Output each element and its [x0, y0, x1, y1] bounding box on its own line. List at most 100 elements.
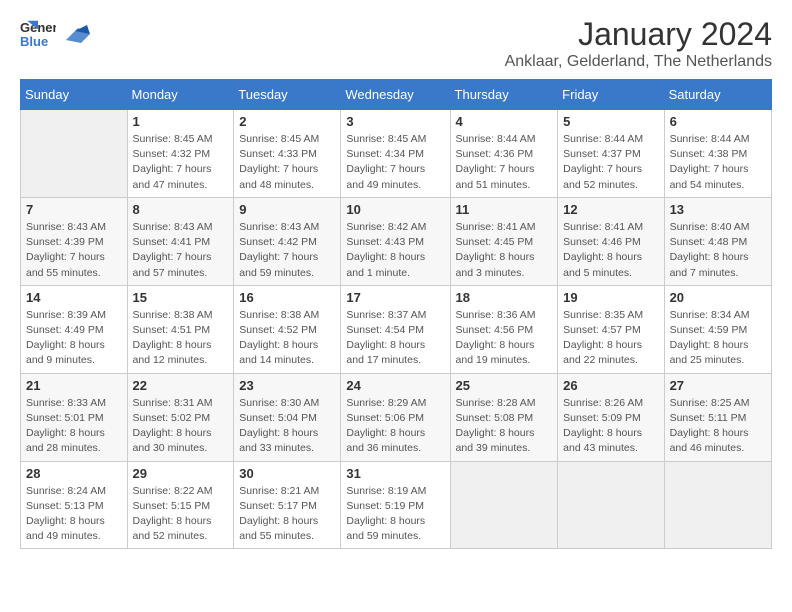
calendar-cell: 28Sunrise: 8:24 AMSunset: 5:13 PMDayligh… — [21, 461, 128, 549]
calendar-cell: 8Sunrise: 8:43 AMSunset: 4:41 PMDaylight… — [127, 197, 234, 285]
day-number: 19 — [563, 290, 658, 305]
day-info: Sunrise: 8:44 AMSunset: 4:36 PMDaylight:… — [456, 132, 553, 193]
sunrise-text: Sunrise: 8:26 AM — [563, 397, 643, 409]
sunset-text: Sunset: 4:39 PM — [26, 236, 104, 248]
logo-icon: General Blue — [20, 16, 56, 52]
calendar-week-row: 7Sunrise: 8:43 AMSunset: 4:39 PMDaylight… — [21, 197, 772, 285]
daylight-text: Daylight: 8 hours and 25 minutes. — [670, 339, 749, 366]
sunrise-text: Sunrise: 8:19 AM — [346, 485, 426, 497]
calendar-cell — [558, 461, 664, 549]
day-number: 8 — [133, 202, 229, 217]
sunrise-text: Sunrise: 8:41 AM — [456, 221, 536, 233]
sunset-text: Sunset: 4:41 PM — [133, 236, 211, 248]
calendar-cell: 5Sunrise: 8:44 AMSunset: 4:37 PMDaylight… — [558, 110, 664, 198]
day-number: 23 — [239, 378, 335, 393]
sunrise-text: Sunrise: 8:25 AM — [670, 397, 750, 409]
sunrise-text: Sunrise: 8:38 AM — [239, 309, 319, 321]
sunrise-text: Sunrise: 8:43 AM — [26, 221, 106, 233]
weekday-header-row: SundayMondayTuesdayWednesdayThursdayFrid… — [21, 80, 772, 110]
day-info: Sunrise: 8:41 AMSunset: 4:45 PMDaylight:… — [456, 220, 553, 281]
sunrise-text: Sunrise: 8:28 AM — [456, 397, 536, 409]
calendar-cell: 20Sunrise: 8:34 AMSunset: 4:59 PMDayligh… — [664, 285, 771, 373]
daylight-text: Daylight: 8 hours and 49 minutes. — [26, 515, 105, 542]
day-info: Sunrise: 8:36 AMSunset: 4:56 PMDaylight:… — [456, 308, 553, 369]
daylight-text: Daylight: 8 hours and 55 minutes. — [239, 515, 318, 542]
daylight-text: Daylight: 7 hours and 49 minutes. — [346, 163, 425, 190]
calendar-cell: 4Sunrise: 8:44 AMSunset: 4:36 PMDaylight… — [450, 110, 558, 198]
calendar-cell: 21 Sunrise: 8:33 AMSunset: 5:01 PMDayligh… — [21, 373, 128, 461]
calendar-title: January 2024 — [505, 16, 772, 53]
sunrise-text: Sunrise: 8:41 AM — [563, 221, 643, 233]
calendar-cell: 22Sunrise: 8:31 AMSunset: 5:02 PMDayligh… — [127, 373, 234, 461]
sunset-text: Sunset: 5:06 PM — [346, 412, 424, 424]
day-info: Sunrise: 8:31 AMSunset: 5:02 PMDaylight:… — [133, 396, 229, 457]
daylight-text: Daylight: 8 hours and 59 minutes. — [346, 515, 425, 542]
sunrise-text: Sunrise: 8:24 AM — [26, 485, 106, 497]
day-info: Sunrise: 8:43 AMSunset: 4:42 PMDaylight:… — [239, 220, 335, 281]
sunset-text: Sunset: 4:42 PM — [239, 236, 317, 248]
calendar-cell: 10Sunrise: 8:42 AMSunset: 4:43 PMDayligh… — [341, 197, 450, 285]
daylight-text: Daylight: 8 hours and 1 minute. — [346, 251, 425, 278]
sunrise-text: Sunrise: 8:44 AM — [456, 133, 536, 145]
calendar-table: SundayMondayTuesdayWednesdayThursdayFrid… — [20, 79, 772, 549]
calendar-cell: 26Sunrise: 8:26 AMSunset: 5:09 PMDayligh… — [558, 373, 664, 461]
sunrise-text: Sunrise: 8:31 AM — [133, 397, 213, 409]
sunset-text: Sunset: 4:52 PM — [239, 324, 317, 336]
daylight-text: Daylight: 8 hours and 43 minutes. — [563, 427, 642, 454]
day-info: Sunrise: 8:35 AMSunset: 4:57 PMDaylight:… — [563, 308, 658, 369]
daylight-text: Daylight: 8 hours and 3 minutes. — [456, 251, 535, 278]
weekday-header-saturday: Saturday — [664, 80, 771, 110]
sunset-text: Sunset: 5:04 PM — [239, 412, 317, 424]
daylight-text: Daylight: 8 hours and 12 minutes. — [133, 339, 212, 366]
day-number: 25 — [456, 378, 553, 393]
calendar-cell: 19 Sunrise: 8:35 AMSunset: 4:57 PMDayligh… — [558, 285, 664, 373]
calendar-cell: 29Sunrise: 8:22 AMSunset: 5:15 PMDayligh… — [127, 461, 234, 549]
calendar-week-row: 21 Sunrise: 8:33 AMSunset: 5:01 PMDayligh… — [21, 373, 772, 461]
daylight-text: Daylight: 7 hours and 57 minutes. — [133, 251, 212, 278]
sunrise-text: Sunrise: 8:38 AM — [133, 309, 213, 321]
day-number: 21 — [26, 378, 122, 393]
sunset-text: Sunset: 4:37 PM — [563, 148, 641, 160]
weekday-header-sunday: Sunday — [21, 80, 128, 110]
sunset-text: Sunset: 4:34 PM — [346, 148, 424, 160]
daylight-text: Daylight: 7 hours and 55 minutes. — [26, 251, 105, 278]
day-info: Sunrise: 8:39 AMSunset: 4:49 PMDaylight:… — [26, 308, 122, 369]
sunrise-text: Sunrise: 8:44 AM — [670, 133, 750, 145]
title-block: January 2024 Anklaar, Gelderland, The Ne… — [505, 16, 772, 71]
daylight-text: Daylight: 8 hours and 30 minutes. — [133, 427, 212, 454]
weekday-header-monday: Monday — [127, 80, 234, 110]
calendar-cell: 17Sunrise: 8:37 AMSunset: 4:54 PMDayligh… — [341, 285, 450, 373]
sunset-text: Sunset: 4:46 PM — [563, 236, 641, 248]
day-number: 16 — [239, 290, 335, 305]
day-info: Sunrise: 8:40 AMSunset: 4:48 PMDaylight:… — [670, 220, 766, 281]
logo-bird-icon — [60, 18, 90, 50]
sunset-text: Sunset: 4:56 PM — [456, 324, 534, 336]
sunrise-text: Sunrise: 8:30 AM — [239, 397, 319, 409]
day-number: 15 — [133, 290, 229, 305]
day-info: Sunrise: 8:45 AMSunset: 4:34 PMDaylight:… — [346, 132, 444, 193]
day-info: Sunrise: 8:45 AMSunset: 4:32 PMDaylight:… — [133, 132, 229, 193]
daylight-text: Daylight: 8 hours and 36 minutes. — [346, 427, 425, 454]
calendar-cell — [664, 461, 771, 549]
day-info: Sunrise: 8:25 AMSunset: 5:11 PMDaylight:… — [670, 396, 766, 457]
day-info: Sunrise: 8:19 AMSunset: 5:19 PMDaylight:… — [346, 484, 444, 545]
calendar-cell — [21, 110, 128, 198]
sunrise-text: Sunrise: 8:35 AM — [563, 309, 643, 321]
sunset-text: Sunset: 4:49 PM — [26, 324, 104, 336]
calendar-cell: 14Sunrise: 8:39 AMSunset: 4:49 PMDayligh… — [21, 285, 128, 373]
day-number: 26 — [563, 378, 658, 393]
calendar-cell: 18Sunrise: 8:36 AMSunset: 4:56 PMDayligh… — [450, 285, 558, 373]
logo: General Blue — [20, 16, 90, 52]
sunset-text: Sunset: 4:32 PM — [133, 148, 211, 160]
weekday-header-friday: Friday — [558, 80, 664, 110]
sunrise-text: Sunrise: 8:42 AM — [346, 221, 426, 233]
daylight-text: Daylight: 7 hours and 47 minutes. — [133, 163, 212, 190]
day-number: 6 — [670, 114, 766, 129]
day-info: Sunrise: 8:33 AMSunset: 5:01 PMDaylight:… — [26, 396, 122, 457]
day-number: 3 — [346, 114, 444, 129]
day-info: Sunrise: 8:22 AMSunset: 5:15 PMDaylight:… — [133, 484, 229, 545]
sunset-text: Sunset: 4:54 PM — [346, 324, 424, 336]
calendar-week-row: 14Sunrise: 8:39 AMSunset: 4:49 PMDayligh… — [21, 285, 772, 373]
calendar-cell: 11Sunrise: 8:41 AMSunset: 4:45 PMDayligh… — [450, 197, 558, 285]
sunset-text: Sunset: 4:38 PM — [670, 148, 748, 160]
